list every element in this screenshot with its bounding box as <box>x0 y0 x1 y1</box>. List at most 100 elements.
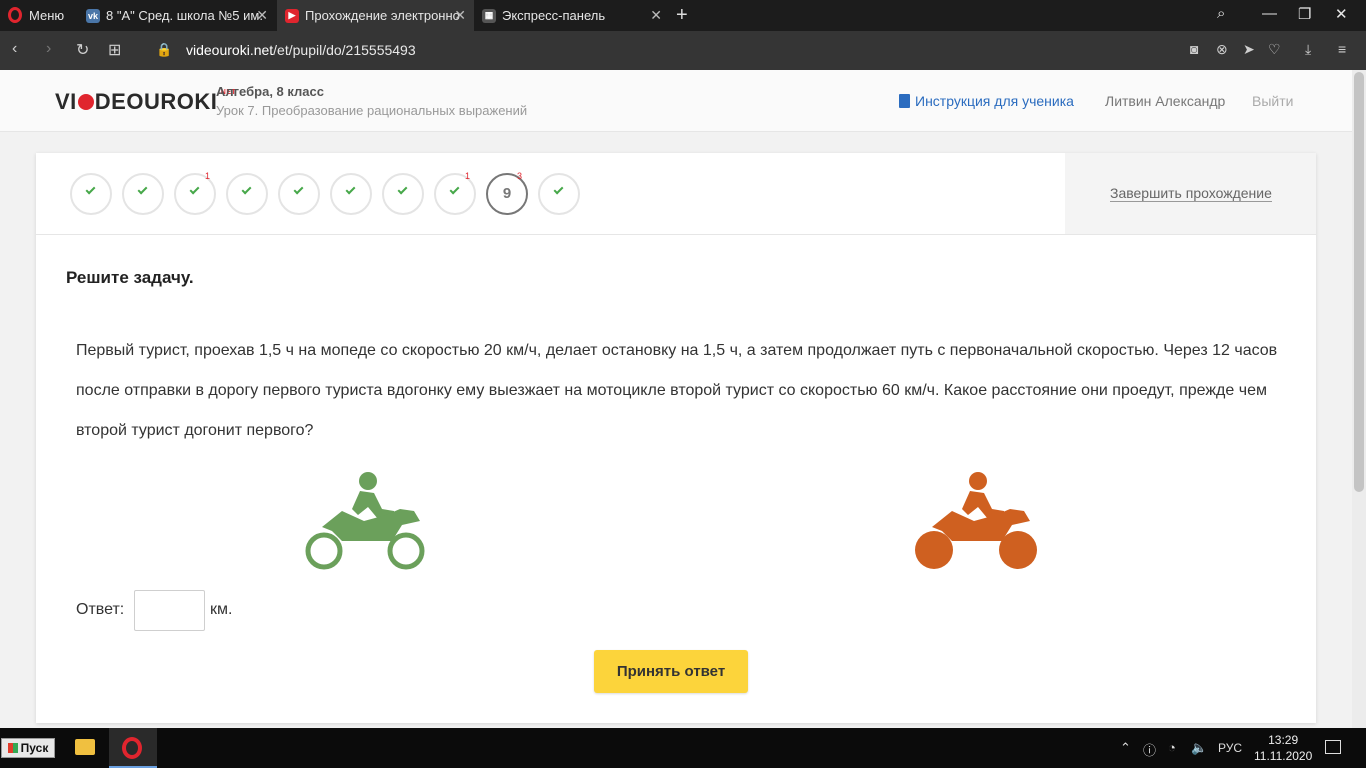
finish-panel: Завершить прохождение <box>1065 153 1316 234</box>
tab-videouroki[interactable]: ▶ Прохождение электронно ✕ <box>277 0 474 31</box>
folder-icon[interactable] <box>75 739 95 755</box>
close-icon[interactable]: ✕ <box>256 7 268 24</box>
vk-icon: vk <box>86 8 100 23</box>
instructions-label: Инструкция для ученика <box>915 93 1074 109</box>
tab-express-panel[interactable]: ▦ Экспресс-панель ✕ <box>474 0 670 31</box>
wifi-icon[interactable]: ◔ <box>1168 740 1176 755</box>
tab-title: Экспресс-панель <box>502 8 606 23</box>
step-4[interactable] <box>226 173 268 215</box>
taskbar: Пуск ⌃ ⓘ ◔ 🔈 РУС 13:29 11.11.2020 <box>0 728 1366 768</box>
tray-expand-icon[interactable]: ⌃ <box>1120 740 1131 756</box>
opera-icon <box>122 737 142 759</box>
tray-info-icon[interactable]: ⓘ <box>1143 740 1156 759</box>
logo-eye-icon <box>77 94 94 110</box>
step-2[interactable] <box>122 173 164 215</box>
back-icon[interactable]: ‹ <box>12 40 17 58</box>
answer-label: Ответ: <box>76 601 125 618</box>
clock[interactable]: 13:29 11.11.2020 <box>1254 732 1312 764</box>
browser-tab-strip: Меню vk 8 "А" Сред. школа №5 им. ✕ ▶ Про… <box>0 0 1366 31</box>
clock-time: 13:29 <box>1268 733 1299 747</box>
volume-icon[interactable]: 🔈 <box>1191 740 1207 756</box>
windows-flag-icon <box>7 743 18 753</box>
send-icon[interactable]: ➤ <box>1243 41 1255 58</box>
user-name[interactable]: Литвин Александр <box>1105 93 1225 109</box>
steps-bar: 1 1 93 Завершить прохождение <box>36 153 1316 235</box>
url-field[interactable]: videouroki.net/et/pupil/do/215555493 <box>186 42 416 58</box>
scrollbar-thumb[interactable] <box>1354 72 1364 492</box>
logo-text-start: VI <box>55 89 77 114</box>
instructions-link[interactable]: Инструкция для ученика <box>899 93 1074 109</box>
opera-menu-label: Меню <box>29 7 65 23</box>
task-card: 1 1 93 Завершить прохождение Решите задачу… <box>36 153 1316 723</box>
clock-date: 11.11.2020 <box>1254 749 1313 763</box>
address-bar: ‹ › ↻ ⊞ 🔒 videouroki.net/et/pupil/do/215… <box>0 31 1366 70</box>
adblock-icon[interactable]: ⊗ <box>1216 41 1228 58</box>
videouroki-logo[interactable]: VI DEOUROKI.NET <box>55 89 236 115</box>
opera-taskbar-button[interactable] <box>109 728 157 768</box>
attempts-badge: 1 <box>204 171 210 181</box>
answer-unit: км. <box>210 601 233 618</box>
finish-link[interactable]: Завершить прохождение <box>1110 186 1272 202</box>
check-icon <box>397 184 408 195</box>
heart-icon[interactable]: ♡ <box>1268 41 1281 58</box>
window-close-icon[interactable]: ✕ <box>1335 5 1348 23</box>
new-tab-button[interactable]: + <box>676 4 688 27</box>
check-icon <box>345 184 356 195</box>
tab-title: Прохождение электронно <box>305 8 460 23</box>
url-host: videouroki.net <box>186 42 274 58</box>
close-icon[interactable]: ✕ <box>454 7 466 24</box>
task-text: Первый турист, проехав 1,5 ч на мопеде с… <box>76 342 1278 439</box>
camera-icon[interactable]: ◙ <box>1190 41 1198 57</box>
grid-icon: ▦ <box>482 8 496 23</box>
check-icon <box>85 184 96 195</box>
more-icon[interactable]: ≡ <box>1338 41 1346 57</box>
tab-vk[interactable]: vk 8 "А" Сред. школа №5 им. ✕ <box>78 0 276 31</box>
start-label: Пуск <box>20 741 49 755</box>
step-9[interactable]: 93 <box>486 171 528 215</box>
logout-link[interactable]: Выйти <box>1252 93 1293 109</box>
step-number: 9 <box>502 185 512 202</box>
course-title: Алгебра, 8 класс <box>216 84 324 99</box>
notifications-icon[interactable] <box>1325 740 1341 754</box>
lesson-title: Урок 7. Преобразование рациональных выра… <box>216 103 528 118</box>
logo-text-end: DEOUROKI <box>94 89 218 114</box>
check-icon <box>293 184 304 195</box>
forward-icon[interactable]: › <box>46 40 51 58</box>
tabs-grid-icon[interactable]: ⊞ <box>108 40 121 60</box>
step-1[interactable] <box>70 173 112 215</box>
answer-input[interactable] <box>134 590 205 631</box>
url-path: /et/pupil/do/215555493 <box>273 42 416 58</box>
step-10[interactable] <box>538 173 580 215</box>
reload-icon[interactable]: ↻ <box>76 40 89 60</box>
language-indicator[interactable]: РУС <box>1218 741 1242 755</box>
step-6[interactable] <box>330 173 372 215</box>
opera-logo-icon <box>8 7 22 23</box>
site-header: VI DEOUROKI.NET Алгебра, 8 класс Урок 7. … <box>0 70 1352 132</box>
step-3[interactable]: 1 <box>174 171 216 215</box>
close-icon[interactable]: ✕ <box>650 7 662 24</box>
maximize-icon[interactable]: ❐ <box>1298 5 1311 23</box>
tab-title: 8 "А" Сред. школа №5 им. <box>106 8 263 23</box>
motorcycle-green-icon <box>305 472 425 570</box>
start-button[interactable]: Пуск <box>1 738 55 758</box>
lock-icon: 🔒 <box>156 42 173 57</box>
check-icon <box>553 184 564 195</box>
step-5[interactable] <box>278 173 320 215</box>
motorcycle-orange-icon <box>915 472 1037 569</box>
minimize-icon[interactable]: — <box>1262 5 1277 22</box>
check-icon <box>137 184 148 195</box>
step-7[interactable] <box>382 173 424 215</box>
check-icon <box>449 184 460 195</box>
check-icon <box>189 184 200 195</box>
document-icon <box>899 94 910 108</box>
check-icon <box>241 184 252 195</box>
step-8[interactable]: 1 <box>434 171 476 215</box>
task-heading: Решите задачу. <box>66 268 194 287</box>
attempts-badge: 3 <box>516 171 522 181</box>
submit-answer-button[interactable]: Принять ответ <box>594 650 748 693</box>
attempts-badge: 1 <box>464 171 470 181</box>
opera-menu-button[interactable]: Меню <box>8 7 64 23</box>
search-icon[interactable]: ⌕ <box>1217 5 1225 22</box>
download-icon[interactable]: ⤓ <box>1305 41 1311 58</box>
videouroki-icon: ▶ <box>285 8 299 23</box>
